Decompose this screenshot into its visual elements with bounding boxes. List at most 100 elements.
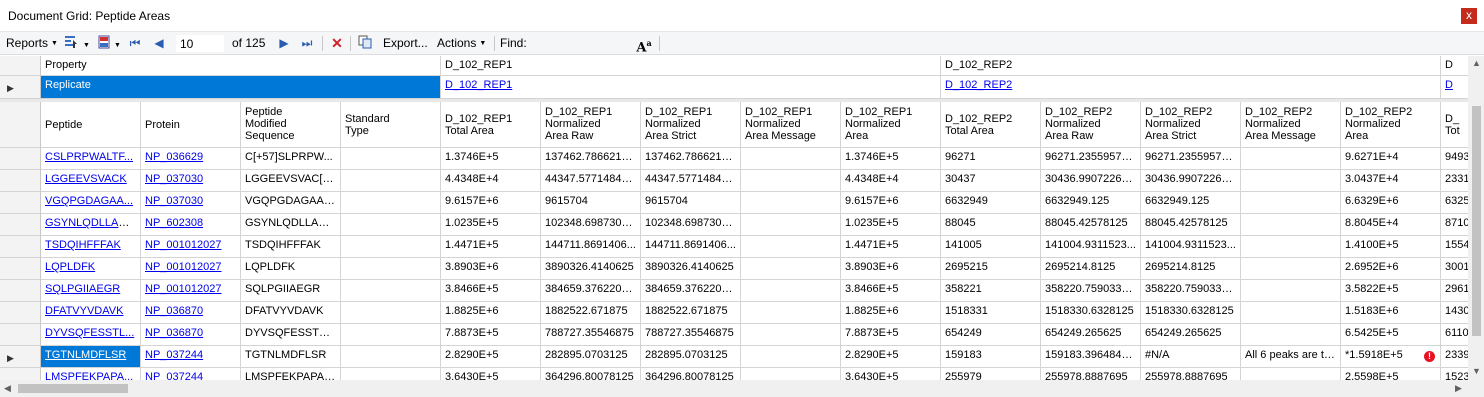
grid-cell-d-tot[interactable]: 1523 bbox=[1441, 368, 1468, 380]
document-grid[interactable]: Property D_102_REP1 D_102_REP2 D ▶ Replicate D… bbox=[0, 56, 1468, 380]
grid-cell-r2-total[interactable]: 2695215 bbox=[941, 258, 1041, 280]
grid-cell-std[interactable] bbox=[341, 280, 441, 302]
protein-link[interactable]: NP_001012027 bbox=[145, 283, 221, 295]
grid-cell-peptide[interactable]: LQPLDFK bbox=[41, 258, 141, 280]
grid-cell-r1-strict[interactable]: 364296.80078125 bbox=[641, 368, 741, 380]
grid-cell-r2-strict[interactable]: 141004.9311523... bbox=[1141, 236, 1241, 258]
replicate-link-cell[interactable]: D bbox=[1441, 76, 1468, 99]
grid-cell-r2-strict[interactable]: 1518330.6328125 bbox=[1141, 302, 1241, 324]
protein-link[interactable]: NP_001012027 bbox=[145, 261, 221, 273]
row-selector[interactable] bbox=[0, 236, 41, 258]
column-header[interactable]: D_ Tot bbox=[1441, 102, 1468, 148]
column-header[interactable]: D_102_REP1 Normalized Area Strict bbox=[641, 102, 741, 148]
grid-cell-r1-area[interactable]: 4.4348E+4 bbox=[841, 170, 941, 192]
grid-cell-r1-msg[interactable] bbox=[741, 236, 841, 258]
protein-link[interactable]: NP_037030 bbox=[145, 173, 203, 185]
grid-cell-r2-msg[interactable] bbox=[1241, 368, 1341, 380]
delete-icon[interactable]: ✕ bbox=[329, 35, 345, 52]
scroll-up-icon[interactable]: ▲ bbox=[1472, 58, 1481, 68]
last-page-icon[interactable]: ⏭ bbox=[299, 35, 315, 52]
grid-cell-modseq[interactable]: TGTNLMDFLSR bbox=[241, 346, 341, 368]
grid-cell-std[interactable] bbox=[341, 236, 441, 258]
grid-cell-r1-msg[interactable] bbox=[741, 368, 841, 380]
grid-cell-protein[interactable]: NP_037030 bbox=[141, 170, 241, 192]
peptide-link[interactable]: LMSPFEKPAPA... bbox=[45, 371, 133, 380]
grid-cell-r1-total[interactable]: 3.8466E+5 bbox=[441, 280, 541, 302]
grid-cell-r2-raw[interactable]: 2695214.8125 bbox=[1041, 258, 1141, 280]
grid-cell-d-tot[interactable]: 2331 bbox=[1441, 170, 1468, 192]
grid-cell-protein[interactable]: NP_036870 bbox=[141, 302, 241, 324]
peptide-link[interactable]: SQLPGIIAEGR bbox=[45, 283, 120, 295]
grid-cell-r2-total[interactable]: 88045 bbox=[941, 214, 1041, 236]
grid-cell-r2-strict[interactable]: 30436.99072265... bbox=[1141, 170, 1241, 192]
grid-cell-r2-msg[interactable] bbox=[1241, 170, 1341, 192]
grid-cell-r2-msg[interactable] bbox=[1241, 148, 1341, 170]
grid-cell-r2-msg[interactable] bbox=[1241, 280, 1341, 302]
grid-cell-protein[interactable]: NP_602308 bbox=[141, 214, 241, 236]
grid-cell-r1-total[interactable]: 2.8290E+5 bbox=[441, 346, 541, 368]
choose-columns-icon[interactable]: ▼ bbox=[63, 35, 91, 52]
grid-cell-peptide[interactable]: TGTNLMDFLSR bbox=[41, 346, 141, 368]
grid-cell-r1-msg[interactable] bbox=[741, 214, 841, 236]
grid-cell-r1-raw[interactable]: 364296.80078125 bbox=[541, 368, 641, 380]
previous-page-icon[interactable]: ◀ bbox=[151, 35, 167, 52]
grid-cell-r1-raw[interactable]: 144711.8691406... bbox=[541, 236, 641, 258]
grid-cell-r1-msg[interactable] bbox=[741, 148, 841, 170]
grid-cell-r1-area[interactable]: 2.8290E+5 bbox=[841, 346, 941, 368]
grid-cell-r2-strict[interactable]: 358220.7590332... bbox=[1141, 280, 1241, 302]
scroll-right-icon[interactable]: ▶ bbox=[1455, 383, 1462, 394]
replicate-link-cell[interactable]: D_102_REP2 bbox=[941, 76, 1441, 99]
grid-cell-r1-raw[interactable]: 1882522.671875 bbox=[541, 302, 641, 324]
peptide-link[interactable]: DYVSQFESSTL... bbox=[45, 327, 134, 339]
column-header[interactable]: Peptide bbox=[41, 102, 141, 148]
grid-cell-std[interactable] bbox=[341, 192, 441, 214]
grid-cell-r2-raw[interactable]: 1518330.6328125 bbox=[1041, 302, 1141, 324]
column-header[interactable]: Peptide Modified Sequence bbox=[241, 102, 341, 148]
grid-cell-r1-total[interactable]: 9.6157E+6 bbox=[441, 192, 541, 214]
copy-icon[interactable] bbox=[357, 35, 373, 52]
grid-cell-r1-strict[interactable]: 384659.3762207... bbox=[641, 280, 741, 302]
row-selector[interactable] bbox=[0, 170, 41, 192]
grid-cell-r1-raw[interactable]: 384659.3762207... bbox=[541, 280, 641, 302]
close-icon[interactable]: x bbox=[1461, 8, 1477, 24]
grid-cell-r1-area[interactable]: 1.0235E+5 bbox=[841, 214, 941, 236]
grid-cell-r1-raw[interactable]: 788727.35546875 bbox=[541, 324, 641, 346]
grid-cell-peptide[interactable]: TSDQIHFFFAK bbox=[41, 236, 141, 258]
grid-cell-r2-msg[interactable] bbox=[1241, 258, 1341, 280]
grid-cell-r2-area[interactable]: 3.0437E+4 bbox=[1341, 170, 1441, 192]
grid-cell-r1-msg[interactable] bbox=[741, 192, 841, 214]
grid-cell-r2-strict[interactable]: 255978.8887695 bbox=[1141, 368, 1241, 380]
first-page-icon[interactable]: ⏮ bbox=[127, 35, 143, 52]
grid-cell-modseq[interactable]: LQPLDFK bbox=[241, 258, 341, 280]
row-selector[interactable]: ▶ bbox=[0, 76, 41, 99]
grid-cell-r2-total[interactable]: 358221 bbox=[941, 280, 1041, 302]
peptide-link[interactable]: TSDQIHFFFAK bbox=[45, 239, 121, 251]
grid-cell-r1-msg[interactable] bbox=[741, 302, 841, 324]
grid-cell-r2-area[interactable]: 2.6952E+6 bbox=[1341, 258, 1441, 280]
grid-cell-r1-total[interactable]: 1.8825E+6 bbox=[441, 302, 541, 324]
grid-cell-protein[interactable]: NP_001012027 bbox=[141, 280, 241, 302]
grid-cell-r1-total[interactable]: 1.4471E+5 bbox=[441, 236, 541, 258]
grid-cell-r1-msg[interactable] bbox=[741, 258, 841, 280]
grid-cell-std[interactable] bbox=[341, 368, 441, 380]
next-page-icon[interactable]: ▶ bbox=[277, 35, 291, 52]
grid-cell-r2-area[interactable]: 1.4100E+5 bbox=[1341, 236, 1441, 258]
peptide-link[interactable]: CSLPRPWALTF... bbox=[45, 151, 133, 163]
doc-filter-icon[interactable]: ▼ bbox=[94, 35, 124, 52]
protein-link[interactable]: NP_036870 bbox=[145, 327, 203, 339]
grid-cell-r1-total[interactable]: 3.8903E+6 bbox=[441, 258, 541, 280]
grid-cell-protein[interactable]: NP_037244 bbox=[141, 346, 241, 368]
grid-cell-d-tot[interactable]: 8710 bbox=[1441, 214, 1468, 236]
grid-cell-r1-msg[interactable] bbox=[741, 346, 841, 368]
grid-cell-peptide[interactable]: VGQPGDAGAA... bbox=[41, 192, 141, 214]
grid-cell-r2-msg[interactable] bbox=[1241, 192, 1341, 214]
grid-cell-modseq[interactable]: LGGEEVSVAC[+... bbox=[241, 170, 341, 192]
grid-cell-r1-strict[interactable]: 282895.0703125 bbox=[641, 346, 741, 368]
peptide-link[interactable]: LQPLDFK bbox=[45, 261, 95, 273]
grid-cell-r1-raw[interactable]: 9615704 bbox=[541, 192, 641, 214]
grid-cell-r2-total[interactable]: 6632949 bbox=[941, 192, 1041, 214]
column-header[interactable]: Standard Type bbox=[341, 102, 441, 148]
page-position-input[interactable] bbox=[176, 35, 224, 52]
replicate-link[interactable]: D_102_REP2 bbox=[945, 79, 1012, 91]
grid-cell-r2-total[interactable]: 96271 bbox=[941, 148, 1041, 170]
